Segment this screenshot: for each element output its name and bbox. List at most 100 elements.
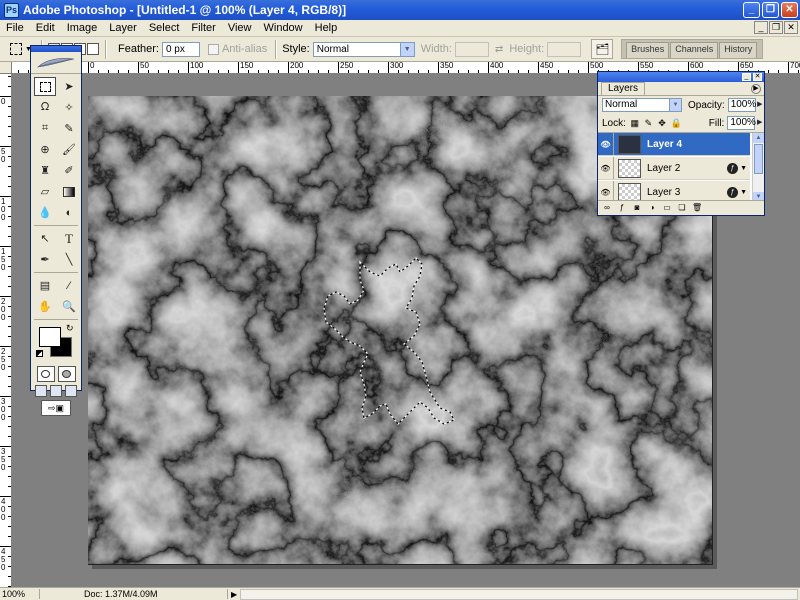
blend-mode-select[interactable]: Normal ▼ bbox=[602, 98, 682, 112]
delete-layer-icon[interactable]: 🗑 bbox=[692, 203, 702, 212]
chevron-down-icon[interactable]: ▼ bbox=[740, 165, 747, 172]
layer-effects-icon[interactable]: ƒ bbox=[727, 186, 739, 198]
chevron-down-icon[interactable]: ▼ bbox=[740, 189, 747, 196]
menu-filter[interactable]: Filter bbox=[185, 22, 221, 34]
menu-help[interactable]: Help bbox=[309, 22, 344, 34]
standard-screen-mode-button[interactable] bbox=[35, 385, 47, 397]
toolbox-palette[interactable]: ➤ ᘯ ✧ ⌗ ✎ ⊕ 🖌 ♜ ✐ ▱ 💧 ◐ ↖ T ✒ ╲ ▤ ⁄ ✋ 🔍 bbox=[30, 45, 82, 416]
restore-button[interactable]: ❐ bbox=[762, 2, 779, 18]
menu-select[interactable]: Select bbox=[143, 22, 186, 34]
brush-tool-icon[interactable]: 🖌 bbox=[58, 140, 80, 159]
close-button[interactable]: ✕ bbox=[781, 2, 798, 18]
style-select[interactable]: Normal ▼ bbox=[312, 41, 415, 57]
scroll-thumb[interactable] bbox=[754, 144, 763, 174]
doc-close-button[interactable]: ✕ bbox=[784, 21, 798, 34]
palette-minimize-button[interactable]: _ bbox=[742, 73, 751, 81]
add-layer-mask-icon[interactable]: ◙ bbox=[632, 203, 642, 212]
dodge-tool-icon[interactable]: ◐ bbox=[58, 203, 80, 222]
opacity-input[interactable]: 100% bbox=[727, 98, 756, 112]
fill-input[interactable]: 100% bbox=[727, 116, 756, 130]
document-info[interactable]: Doc: 1.37M/4.09M bbox=[40, 589, 228, 599]
antialias-checkbox[interactable] bbox=[207, 43, 219, 55]
foreground-color-swatch[interactable] bbox=[39, 327, 61, 347]
add-layer-style-icon[interactable]: ƒ bbox=[617, 203, 627, 212]
menu-window[interactable]: Window bbox=[258, 22, 309, 34]
full-screen-mode-button[interactable] bbox=[65, 385, 77, 397]
type-tool-icon[interactable]: T bbox=[58, 229, 80, 248]
tab-layers[interactable]: Layers bbox=[601, 82, 646, 95]
layers-palette-titlebar[interactable]: _ ✕ bbox=[598, 72, 764, 82]
eye-icon[interactable]: 👁 bbox=[598, 181, 614, 200]
palette-close-button[interactable]: ✕ bbox=[753, 73, 762, 81]
healing-brush-tool-icon[interactable]: ⊕ bbox=[34, 140, 56, 159]
feather-input[interactable]: 0 px bbox=[161, 41, 200, 57]
clone-stamp-tool-icon[interactable]: ♜ bbox=[34, 161, 56, 180]
hand-tool-icon[interactable]: ✋ bbox=[34, 297, 56, 316]
palette-well-tab-brushes[interactable]: Brushes bbox=[626, 42, 670, 58]
zoom-level-field[interactable]: 100% bbox=[0, 589, 40, 599]
layer-row[interactable]: 👁 Layer 2 ƒ ▼ bbox=[598, 157, 750, 180]
title-bar[interactable]: Ps Adobe Photoshop - [Untitled-1 @ 100% … bbox=[0, 0, 800, 20]
width-input[interactable] bbox=[454, 41, 489, 57]
eyedropper-tool-icon[interactable]: ⁄ bbox=[58, 276, 80, 295]
lock-all-icon[interactable]: 🔒 bbox=[671, 118, 682, 128]
doc-restore-button[interactable]: ❐ bbox=[769, 21, 783, 34]
lasso-tool-icon[interactable]: ᘯ bbox=[34, 98, 56, 117]
menu-file[interactable]: File bbox=[0, 22, 30, 34]
path-selection-tool-icon[interactable]: ↖ bbox=[34, 229, 56, 248]
menu-view[interactable]: View bbox=[222, 22, 258, 34]
ruler-origin[interactable] bbox=[0, 62, 12, 74]
layer-list-scrollbar[interactable]: ▲ ▼ bbox=[752, 133, 764, 200]
pen-tool-icon[interactable]: ✒ bbox=[34, 250, 56, 269]
slice-tool-icon[interactable]: ✎ bbox=[58, 119, 80, 138]
jump-to-imageready-button[interactable]: ⇨▣ bbox=[41, 400, 71, 416]
layer-effects-icon[interactable]: ƒ bbox=[727, 162, 739, 174]
adobe-online-button[interactable] bbox=[31, 52, 81, 74]
layers-palette[interactable]: _ ✕ Layers ▶ Normal ▼ Opacity: 100% ▶ Lo… bbox=[597, 71, 765, 216]
swap-colors-icon[interactable]: ↻ bbox=[66, 323, 74, 334]
blur-tool-icon[interactable]: 💧 bbox=[34, 203, 56, 222]
menu-layer[interactable]: Layer bbox=[103, 22, 143, 34]
eye-icon[interactable]: 👁 bbox=[598, 157, 614, 179]
new-layer-set-icon[interactable]: ▭ bbox=[662, 203, 672, 212]
new-fill-layer-icon[interactable]: ◑ bbox=[647, 203, 657, 212]
fill-slider-button[interactable]: ▶ bbox=[755, 116, 764, 130]
rectangular-marquee-tool-icon[interactable] bbox=[34, 77, 56, 96]
move-tool-icon[interactable]: ➤ bbox=[58, 77, 80, 96]
palette-well-tab-history[interactable]: History bbox=[719, 42, 758, 58]
default-colors-icon[interactable] bbox=[36, 350, 43, 357]
vertical-ruler[interactable]: 0 50 100 150 200 250 300 350 400 450 bbox=[0, 74, 12, 587]
eraser-tool-icon[interactable]: ▱ bbox=[34, 182, 56, 201]
new-layer-icon[interactable]: ❏ bbox=[677, 203, 687, 212]
minimize-button[interactable]: _ bbox=[743, 2, 760, 18]
magic-wand-tool-icon[interactable]: ✧ bbox=[58, 98, 80, 117]
menu-image[interactable]: Image bbox=[61, 22, 104, 34]
full-screen-menu-mode-button[interactable] bbox=[50, 385, 62, 397]
menu-edit[interactable]: Edit bbox=[30, 22, 61, 34]
palette-well-tab-channels[interactable]: Channels bbox=[670, 42, 719, 58]
standard-mode-button[interactable] bbox=[36, 366, 55, 382]
gradient-tool-icon[interactable] bbox=[58, 182, 80, 201]
link-layers-icon[interactable]: ∞ bbox=[602, 203, 612, 212]
lock-transparency-icon[interactable]: ▦ bbox=[630, 118, 640, 128]
zoom-tool-icon[interactable]: 🔍 bbox=[58, 297, 80, 316]
swap-dimensions-icon[interactable]: ⇄ bbox=[495, 44, 503, 55]
intersect-selection-button[interactable] bbox=[87, 43, 99, 55]
line-tool-icon[interactable]: ╲ bbox=[58, 250, 80, 269]
quick-mask-mode-button[interactable] bbox=[57, 366, 76, 382]
status-menu-icon[interactable]: ▶ bbox=[228, 590, 240, 599]
notes-tool-icon[interactable]: ▤ bbox=[34, 276, 56, 295]
doc-minimize-button[interactable]: _ bbox=[754, 21, 768, 34]
file-browser-button[interactable]: 🗂 bbox=[591, 39, 614, 59]
horizontal-scrollbar[interactable] bbox=[240, 588, 798, 600]
layer-row[interactable]: 👁 Layer 4 bbox=[598, 133, 750, 156]
layer-row[interactable]: 👁 Layer 3 ƒ ▼ bbox=[598, 181, 750, 200]
history-brush-tool-icon[interactable]: ✐ bbox=[58, 161, 80, 180]
scroll-up-icon[interactable]: ▲ bbox=[753, 133, 764, 143]
opacity-slider-button[interactable]: ▶ bbox=[756, 98, 764, 112]
eye-icon[interactable]: 👁 bbox=[598, 133, 614, 155]
lock-image-icon[interactable]: ✎ bbox=[644, 118, 654, 128]
lock-position-icon[interactable]: ✥ bbox=[657, 118, 667, 128]
crop-tool-icon[interactable]: ⌗ bbox=[34, 119, 56, 138]
photoshop-app-icon[interactable]: Ps bbox=[4, 2, 19, 18]
